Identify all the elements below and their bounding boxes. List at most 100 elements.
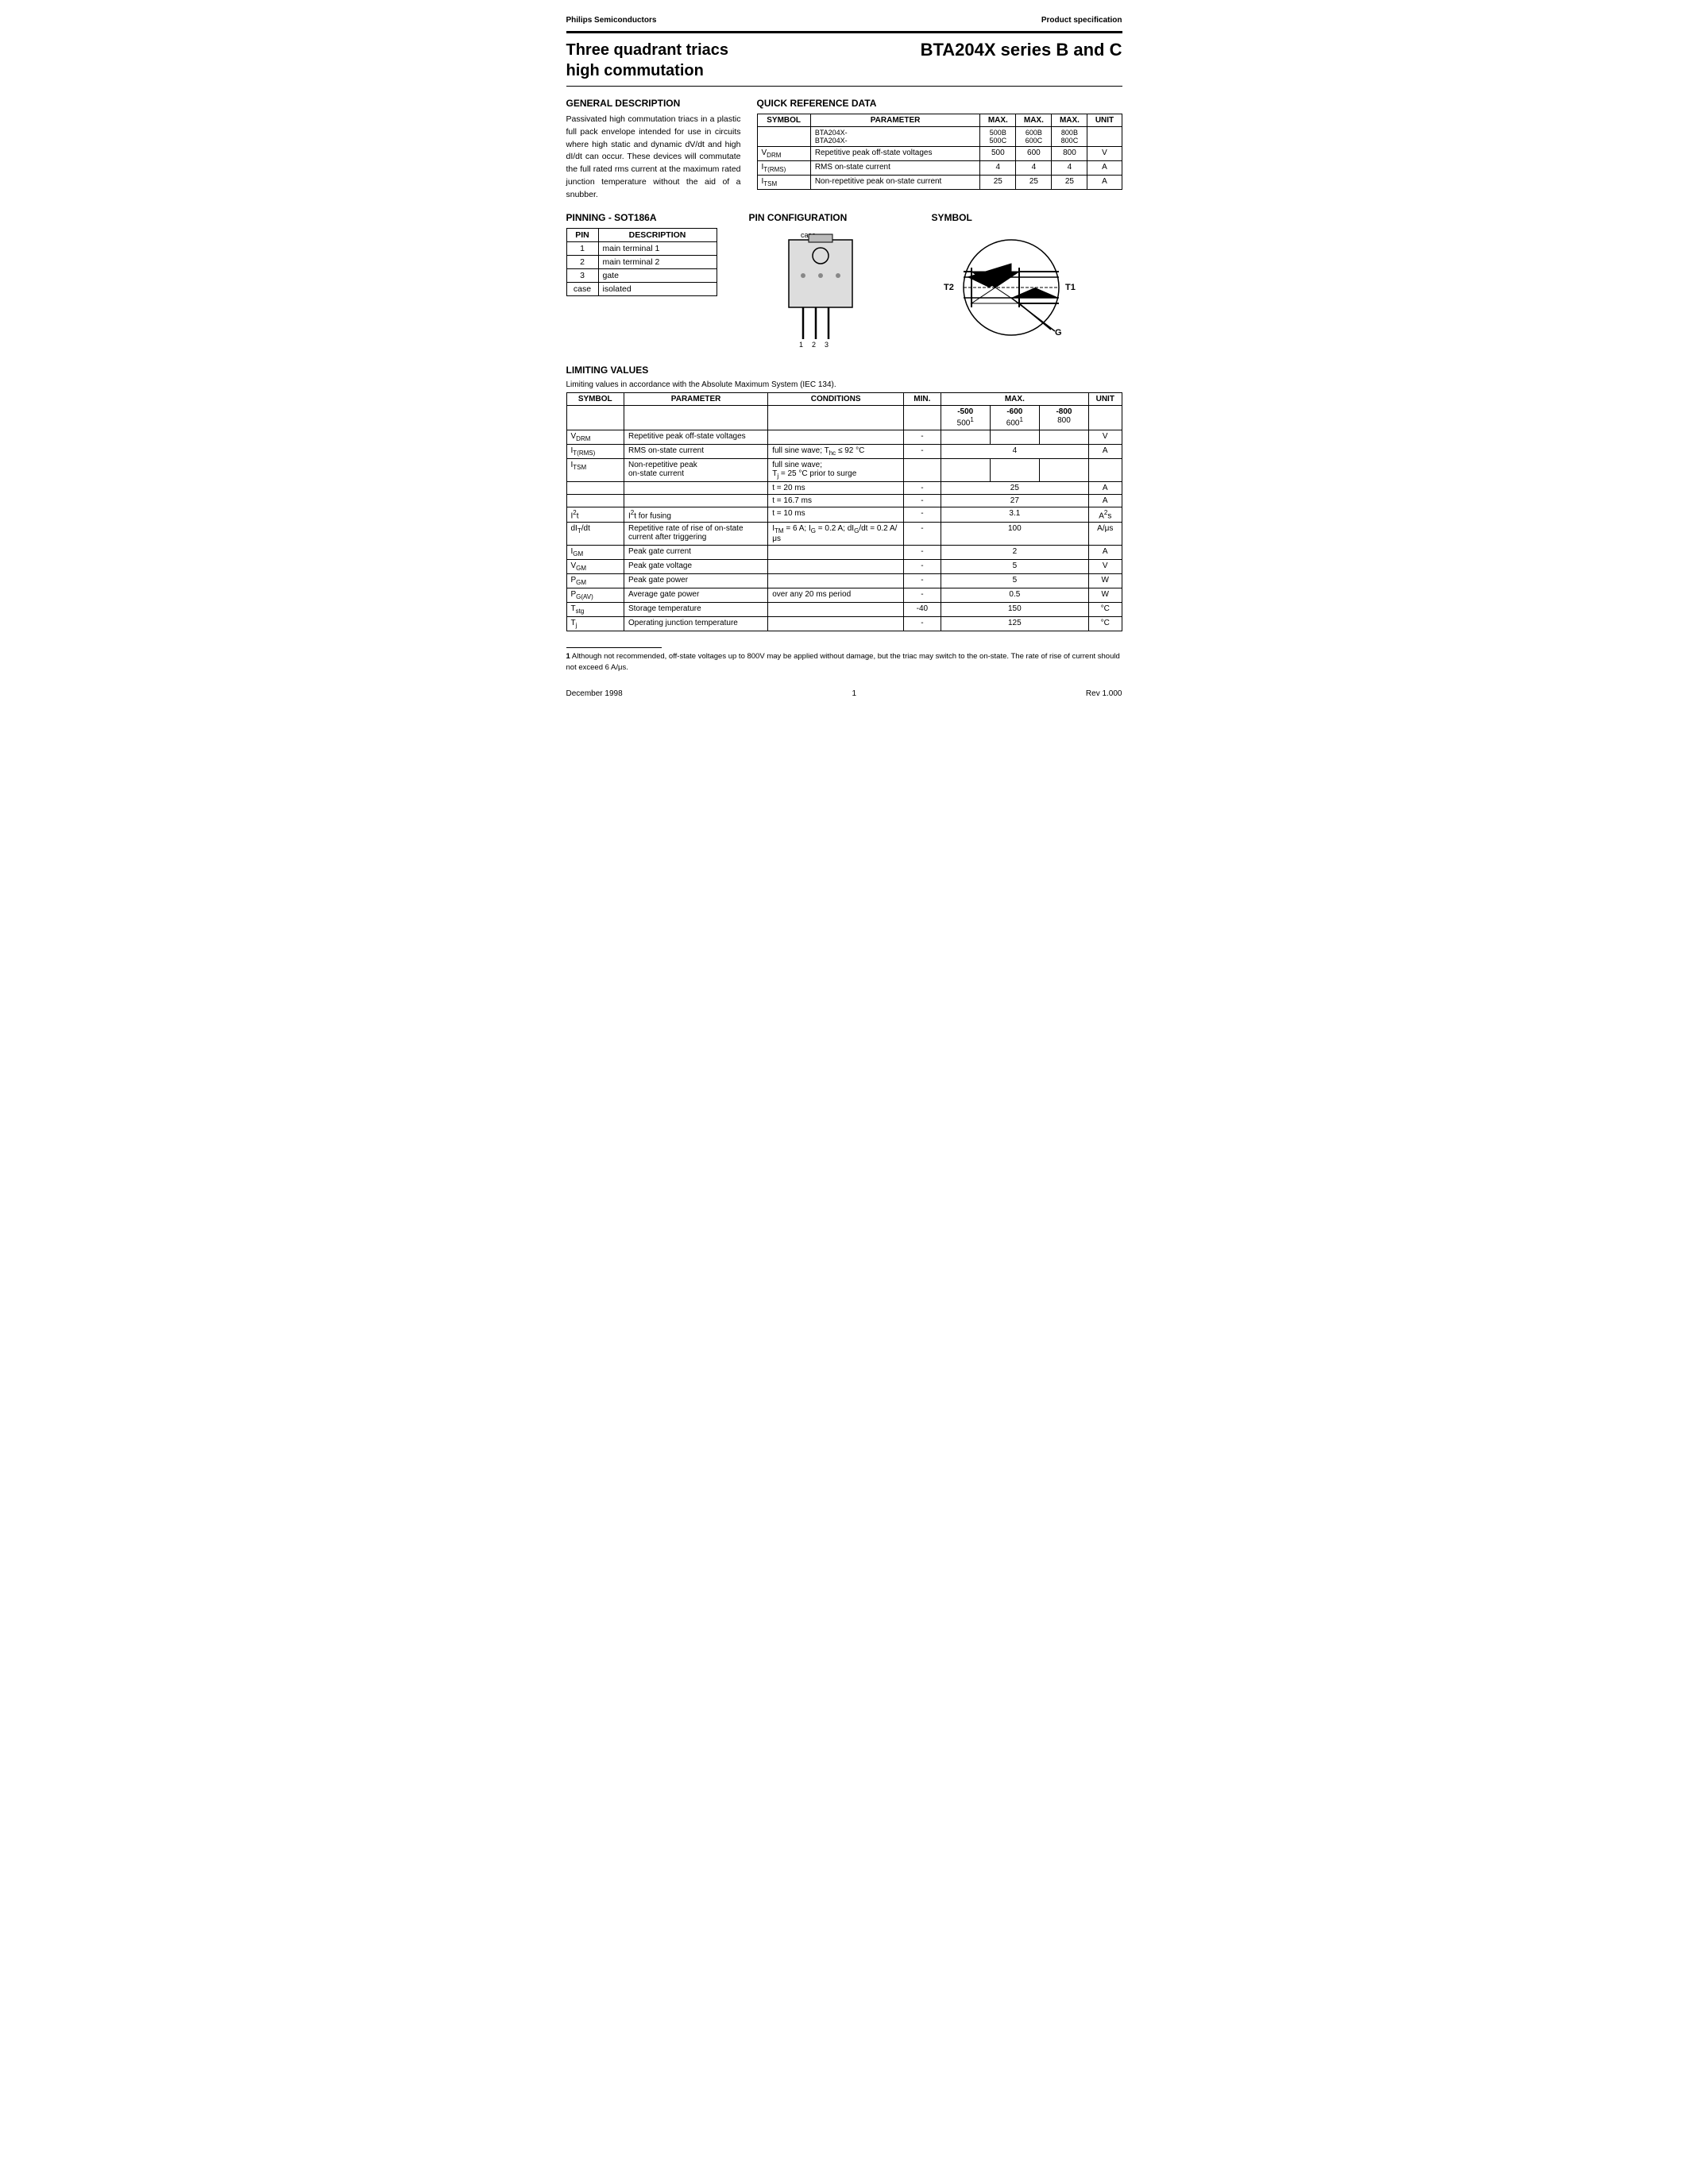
lv-vgm-cond (768, 559, 904, 573)
lv-itrms-max: 4 (941, 444, 1088, 458)
pin-config-heading: PIN CONFIGURATION (749, 212, 924, 223)
lv-itrms-min: - (904, 444, 941, 458)
part-number: BTA204X series B and C (921, 40, 1122, 60)
lv-tstg-max: 150 (941, 602, 1088, 616)
title-right: BTA204X series B and C (921, 40, 1122, 60)
qr-itrms-500: 4 (980, 161, 1016, 176)
pin-row-2: 2 main terminal 2 (566, 256, 717, 269)
lv-col-unit: UNIT (1089, 393, 1122, 406)
lv-didt-max: 100 (941, 522, 1088, 545)
lv-tj-unit: °C (1089, 616, 1122, 631)
lv-sub-e1 (566, 406, 624, 430)
footnote-text: Although not recommended, off-state volt… (566, 652, 1120, 672)
lv-itsm-max3 (1039, 458, 1088, 481)
qr-sub-600: 600B600C (1016, 127, 1052, 147)
quick-ref-table: SYMBOL PARAMETER MAX. MAX. MAX. UNIT BTA… (757, 114, 1122, 190)
lv-pgav-param: Average gate power (624, 588, 767, 602)
lv-itrms-sym: IT(RMS) (566, 444, 624, 458)
lv-tstg-param: Storage temperature (624, 602, 767, 616)
pin-num-1: 1 (566, 242, 598, 256)
qr-itrms-sym: IT(RMS) (757, 161, 810, 176)
lv-row-igm: IGM Peak gate current - 2 A (566, 545, 1122, 559)
lv-itrms-cond: full sine wave; Thc ≤ 92 °C (768, 444, 904, 458)
pin-table: PIN DESCRIPTION 1 main terminal 1 2 main… (566, 228, 717, 296)
footer-revision: Rev 1.000 (1086, 689, 1122, 698)
lv-col-symbol: SYMBOL (566, 393, 624, 406)
lv-igm-min: - (904, 545, 941, 559)
qr-col-symbol: SYMBOL (757, 114, 810, 127)
lv-pgm-cond (768, 573, 904, 588)
lv-vdrm-800 (1039, 430, 1088, 444)
lv-didt-sym: dIT/dt (566, 522, 624, 545)
symbol-col: SYMBOL T2 T1 G (932, 212, 1122, 353)
lv-itrms-param: RMS on-state current (624, 444, 767, 458)
limiting-table: SYMBOL PARAMETER CONDITIONS MIN. MAX. UN… (566, 392, 1122, 631)
lv-row-itsm-20ms: t = 20 ms - 25 A (566, 481, 1122, 494)
company-name: Philips Semiconductors (566, 16, 657, 25)
qr-itsm-unit: A (1087, 176, 1122, 190)
lv-igm-max: 2 (941, 545, 1088, 559)
pin-num-case: case (566, 283, 598, 296)
lv-pgav-sym: PG(AV) (566, 588, 624, 602)
gen-desc-heading: GENERAL DESCRIPTION (566, 98, 741, 109)
qr-col-max1: MAX. (980, 114, 1016, 127)
lv-tj-cond (768, 616, 904, 631)
page-footer: December 1998 1 Rev 1.000 (566, 689, 1122, 698)
transistor-package-svg: case 1 2 3 (749, 228, 892, 351)
lv-row-itsm: ITSM Non-repetitive peakon-state current… (566, 458, 1122, 481)
qr-sub-part: BTA204X-BTA204X- (810, 127, 979, 147)
lv-sub-800: -800800 (1039, 406, 1088, 430)
lv-pgm-min: - (904, 573, 941, 588)
qr-vdrm-500: 500 (980, 147, 1016, 161)
limiting-section: LIMITING VALUES Limiting values in accor… (566, 365, 1122, 631)
lv-igm-unit: A (1089, 545, 1122, 559)
lv-col-conditions: CONDITIONS (768, 393, 904, 406)
qr-sub-empty1 (757, 127, 810, 147)
lv-itsm-167ms-unit: A (1089, 494, 1122, 507)
lv-itsm-max1 (941, 458, 990, 481)
lv-vdrm-cond (768, 430, 904, 444)
lv-row-i2t: I2t I2t for fusing t = 10 ms - 3.1 A2s (566, 507, 1122, 522)
pin-col-pin: PIN (566, 229, 598, 242)
lv-tstg-min: -40 (904, 602, 941, 616)
lv-col-parameter: PARAMETER (624, 393, 767, 406)
qr-vdrm-600: 600 (1016, 147, 1052, 161)
lv-itsm-param: Non-repetitive peakon-state current (624, 458, 767, 481)
title-section: Three quadrant triacs high commutation B… (566, 31, 1122, 87)
lv-tstg-sym: Tstg (566, 602, 624, 616)
lv-pgm-max: 5 (941, 573, 1088, 588)
lv-pgm-sym: PGM (566, 573, 624, 588)
lv-row-itrms: IT(RMS) RMS on-state current full sine w… (566, 444, 1122, 458)
lv-didt-min: - (904, 522, 941, 545)
lv-igm-sym: IGM (566, 545, 624, 559)
lv-sub-e5 (1089, 406, 1122, 430)
symbol-heading: SYMBOL (932, 212, 1122, 223)
lv-i2t-min: - (904, 507, 941, 522)
lv-sub-e3 (768, 406, 904, 430)
lv-row-pgm: PGM Peak gate power - 5 W (566, 573, 1122, 588)
lv-itsm-167ms-sym (566, 494, 624, 507)
lv-tstg-unit: °C (1089, 602, 1122, 616)
pin-desc-case: isolated (598, 283, 717, 296)
lv-pgav-min: - (904, 588, 941, 602)
pinning-col: PINNING - SOT186A PIN DESCRIPTION 1 main… (566, 212, 741, 296)
pin-config-drawing: case 1 2 3 (749, 228, 892, 351)
three-col: PINNING - SOT186A PIN DESCRIPTION 1 main… (566, 212, 1122, 353)
lv-itsm-20ms-cond: t = 20 ms (768, 481, 904, 494)
gen-desc-text: Passivated high commutation triacs in a … (566, 114, 741, 201)
lv-itsm-max2 (990, 458, 1039, 481)
lv-itsm-20ms-min: - (904, 481, 941, 494)
qr-itsm-param: Non-repetitive peak on-state current (810, 176, 979, 190)
lv-vdrm-min: - (904, 430, 941, 444)
pin-row-1: 1 main terminal 1 (566, 242, 717, 256)
lv-itsm-167ms-param (624, 494, 767, 507)
pin-row-3: 3 gate (566, 269, 717, 283)
lv-tj-param: Operating junction temperature (624, 616, 767, 631)
qr-vdrm-sym: VDRM (757, 147, 810, 161)
lv-col-max: MAX. (941, 393, 1088, 406)
lv-vdrm-param: Repetitive peak off-state voltages (624, 430, 767, 444)
lv-didt-unit: A/μs (1089, 522, 1122, 545)
lv-i2t-sym: I2t (566, 507, 624, 522)
lv-itrms-unit: A (1089, 444, 1122, 458)
lv-vgm-min: - (904, 559, 941, 573)
